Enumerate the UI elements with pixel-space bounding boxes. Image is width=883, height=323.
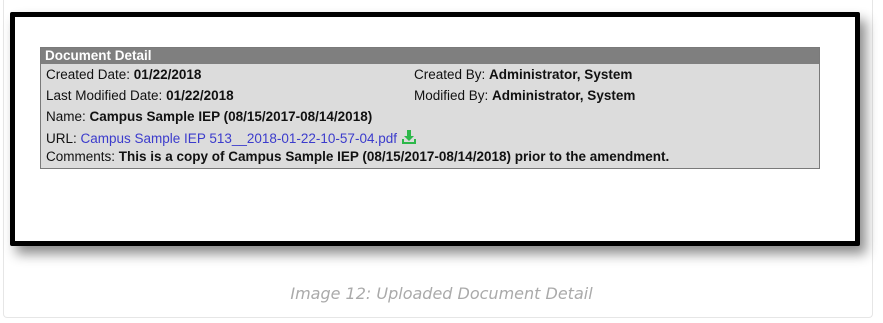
document-detail-panel: Document Detail Created Date: 01/22/2018… (40, 47, 820, 169)
modified-date-label: Last Modified Date: (46, 88, 167, 103)
panel-title: Document Detail (41, 48, 819, 64)
created-date: Created Date: 01/22/2018 (46, 64, 414, 85)
comments-value: This is a copy of Campus Sample IEP (08/… (118, 149, 670, 164)
modified-date: Last Modified Date: 01/22/2018 (46, 85, 414, 106)
name-label: Name: (46, 109, 86, 124)
document-url-link[interactable]: Campus Sample IEP 513__2018-01-22-10-57-… (81, 131, 397, 146)
modified-by: Modified By: Administrator, System (414, 85, 819, 106)
created-row: Created Date: 01/22/2018 Created By: Adm… (41, 64, 819, 85)
created-by: Created By: Administrator, System (414, 64, 819, 85)
modified-row: Last Modified Date: 01/22/2018 Modified … (41, 85, 819, 106)
modified-by-label: Modified By: (414, 88, 493, 103)
modified-date-value: 01/22/2018 (166, 88, 234, 103)
created-date-value: 01/22/2018 (133, 67, 202, 82)
comments-label: Comments: (46, 149, 119, 164)
modified-by-value: Administrator, System (492, 88, 636, 103)
url-row: URL: Campus Sample IEP 513__2018-01-22-1… (41, 127, 819, 149)
created-date-label: Created Date: (46, 67, 134, 82)
screenshot-frame: Document Detail Created Date: 01/22/2018… (10, 12, 860, 246)
name-value: Campus Sample IEP (08/15/2017-08/14/2018… (89, 109, 373, 124)
url-label: URL: (46, 131, 81, 146)
created-by-value: Administrator, System (489, 67, 633, 82)
figure-caption: Image 12: Uploaded Document Detail (290, 284, 593, 303)
comments-row: Comments: This is a copy of Campus Sampl… (41, 149, 819, 168)
created-by-label: Created By: (414, 67, 490, 82)
name-row: Name: Campus Sample IEP (08/15/2017-08/1… (41, 106, 819, 127)
